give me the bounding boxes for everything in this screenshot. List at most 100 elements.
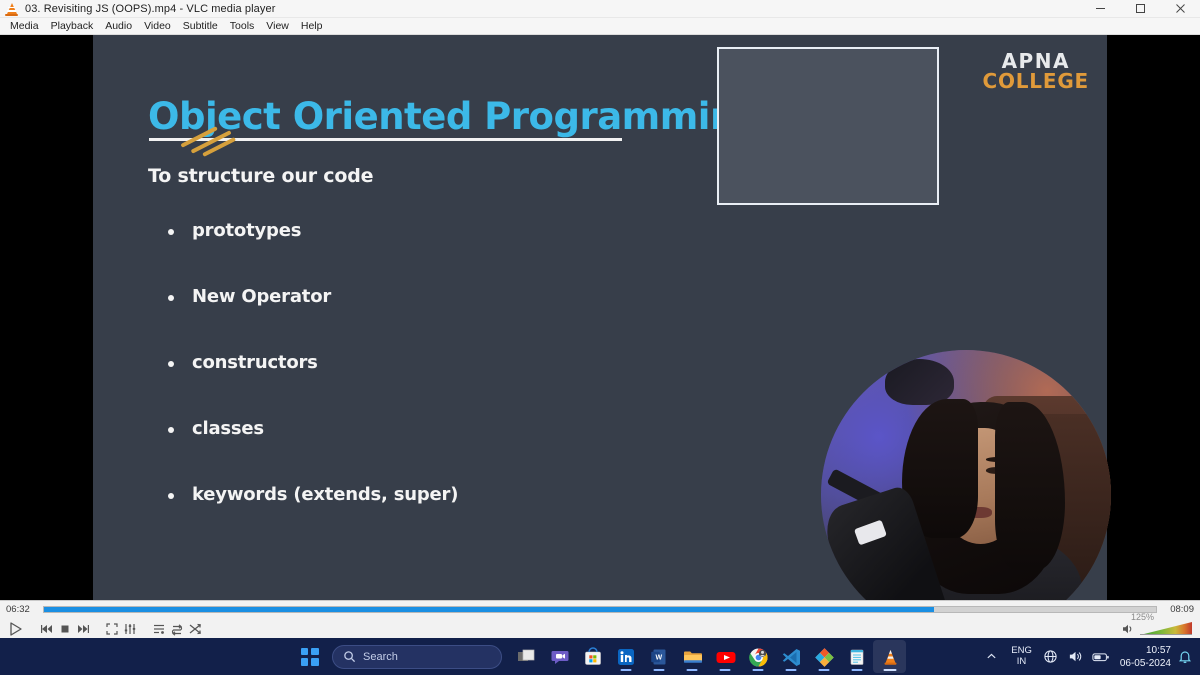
slide-image-placeholder: [717, 47, 939, 205]
linkedin-icon: [616, 647, 636, 667]
svg-text:W: W: [655, 654, 662, 661]
list-item: constructors: [168, 352, 648, 373]
language-line-2: IN: [1016, 655, 1027, 667]
volume-slider[interactable]: [1140, 622, 1192, 635]
clock-time: 10:57: [1145, 644, 1171, 656]
volume-label: 125%: [1130, 612, 1154, 622]
search-input[interactable]: Search: [332, 644, 502, 669]
total-time: 08:09: [1170, 604, 1194, 615]
play-button[interactable]: [4, 619, 26, 639]
clock[interactable]: 10:57 06-05-2024: [1117, 644, 1171, 670]
system-tray: ENG IN 10:57 06-05-2024: [982, 638, 1194, 675]
presentation-slide: Object Oriented Programming To structure…: [93, 35, 1111, 600]
chat-icon: [550, 647, 570, 667]
paint-icon: [814, 647, 834, 667]
loop-button[interactable]: [168, 620, 185, 637]
seek-row: 06:32 08:09: [0, 603, 1200, 616]
maximize-button[interactable]: [1120, 0, 1160, 18]
list-item: prototypes: [168, 220, 648, 241]
previous-button[interactable]: [38, 620, 55, 637]
taskbar-item-paint[interactable]: [807, 640, 840, 673]
elapsed-time: 06:32: [6, 604, 30, 615]
youtube-icon: [715, 647, 735, 667]
search-icon: [343, 650, 356, 663]
language-indicator[interactable]: ENG IN: [1008, 644, 1035, 668]
list-item-label: constructors: [192, 352, 318, 373]
taskbar-item-task-view[interactable]: [510, 640, 543, 673]
menu-item-tools[interactable]: Tools: [224, 18, 261, 35]
taskbar-item-notepad[interactable]: [840, 640, 873, 673]
stop-button[interactable]: [56, 620, 73, 637]
menu-item-media[interactable]: Media: [4, 18, 45, 35]
windows-taskbar: Search W ENG IN 10:57 06-05-2024: [0, 638, 1200, 675]
clock-date: 06-05-2024: [1119, 657, 1171, 669]
taskbar-item-youtube[interactable]: [708, 640, 741, 673]
menu-item-audio[interactable]: Audio: [99, 18, 138, 35]
webcam-overlay: [821, 350, 1111, 600]
bell-icon[interactable]: [1178, 649, 1194, 664]
menu-item-playback[interactable]: Playback: [45, 18, 100, 35]
globe-icon[interactable]: [1042, 649, 1060, 664]
screen: 03. Revisiting JS (OOPS).mp4 - VLC media…: [0, 0, 1200, 675]
list-item-label: keywords (extends, super): [192, 484, 459, 505]
playlist-button[interactable]: [150, 620, 167, 637]
equalizer-button[interactable]: [121, 620, 138, 637]
close-button[interactable]: [1160, 0, 1200, 18]
list-item-label: prototypes: [192, 220, 302, 241]
shuffle-button[interactable]: [186, 620, 203, 637]
next-button[interactable]: [74, 620, 91, 637]
list-item: New Operator: [168, 286, 648, 307]
word-icon: W: [649, 647, 669, 667]
folder-icon: [682, 647, 702, 667]
speaker-icon[interactable]: [1067, 649, 1085, 664]
taskbar-item-word[interactable]: W: [642, 640, 675, 673]
volume-control[interactable]: 125%: [1119, 612, 1192, 637]
menu-item-subtitle[interactable]: Subtitle: [177, 18, 224, 35]
minimize-button[interactable]: [1080, 0, 1120, 18]
bullet-dot-icon: [168, 295, 174, 301]
list-item-label: New Operator: [192, 286, 332, 307]
taskbar-item-chat[interactable]: [543, 640, 576, 673]
seek-bar[interactable]: [43, 606, 1157, 613]
logo-line-college: COLLEGE: [982, 69, 1089, 94]
speaker-icon[interactable]: [1119, 620, 1136, 637]
webcam-lamp: [884, 358, 955, 406]
transport-buttons: 125%: [0, 612, 1200, 639]
apna-college-logo: APNA COLLEGE: [982, 51, 1089, 92]
store-icon: [583, 646, 603, 667]
video-surface[interactable]: Object Oriented Programming To structure…: [0, 35, 1200, 600]
fullscreen-button[interactable]: [103, 620, 120, 637]
slide-bullet-list: prototypes New Operator constructors cla…: [168, 220, 648, 550]
vlc-cone-icon: [4, 2, 20, 16]
bullet-dot-icon: [168, 229, 174, 235]
taskbar-center-group: Search W: [293, 638, 906, 675]
chrome-icon: [748, 647, 768, 667]
taskbar-item-chrome[interactable]: [741, 640, 774, 673]
language-line-1: ENG: [1011, 644, 1032, 656]
slide-title: Object Oriented Programming: [148, 95, 762, 138]
window-controls: [1080, 0, 1200, 18]
seek-bar-fill: [44, 607, 934, 612]
chevron-up-icon[interactable]: [982, 651, 1001, 662]
bullet-dot-icon: [168, 493, 174, 499]
notepad-icon: [847, 647, 867, 667]
vlc-cone-icon: [880, 647, 900, 667]
taskbar-item-file-explorer[interactable]: [675, 640, 708, 673]
taskbar-item-microsoft-store[interactable]: [576, 640, 609, 673]
menu-item-view[interactable]: View: [260, 18, 295, 35]
menu-item-help[interactable]: Help: [295, 18, 329, 35]
taskbar-item-vs-code[interactable]: [774, 640, 807, 673]
menu-item-video[interactable]: Video: [138, 18, 177, 35]
vscode-icon: [781, 647, 801, 667]
player-control-bar: 06:32 08:09 125%: [0, 600, 1200, 638]
slide-subtitle: To structure our code: [148, 165, 374, 187]
battery-icon[interactable]: [1092, 650, 1110, 664]
menu-bar: Media Playback Audio Video Subtitle Tool…: [0, 18, 1200, 35]
windows-start-icon[interactable]: [293, 640, 326, 673]
title-bar: 03. Revisiting JS (OOPS).mp4 - VLC media…: [0, 0, 1200, 18]
taskbar-item-vlc[interactable]: [873, 640, 906, 673]
window-title: 03. Revisiting JS (OOPS).mp4 - VLC media…: [25, 2, 276, 15]
logo-line-apna: APNA: [1001, 49, 1070, 73]
taskbar-item-linkedin[interactable]: [609, 640, 642, 673]
task-view-icon: [517, 647, 537, 667]
